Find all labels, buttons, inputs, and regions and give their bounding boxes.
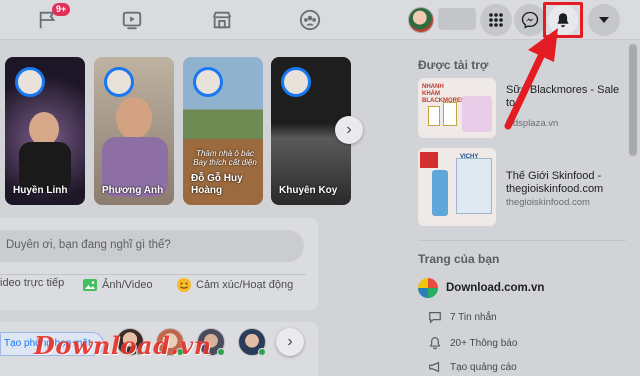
story-card[interactable]: Thâm nhà ô bác Bay thích cất diện Đỗ Gỗ … bbox=[183, 57, 263, 205]
feeling-activity-label: Cảm xúc/Hoạt động bbox=[196, 279, 294, 291]
photo-video-label: Ảnh/Video bbox=[102, 279, 153, 291]
product-box bbox=[462, 96, 492, 132]
story-person-image bbox=[116, 97, 152, 139]
right-column-divider bbox=[418, 240, 626, 241]
red-pointer-arrow bbox=[504, 28, 558, 130]
story-card[interactable]: Huyền Linh bbox=[5, 57, 85, 205]
page-notifications-label: 20+ Thông báo bbox=[450, 337, 518, 349]
create-ad-item[interactable]: Tạo quảng cáo bbox=[428, 360, 517, 374]
product-jar bbox=[443, 102, 457, 126]
live-video-action[interactable]: ideo trực tiếp bbox=[0, 277, 64, 289]
online-indicator bbox=[217, 348, 225, 356]
account-menu-button[interactable] bbox=[588, 4, 620, 36]
page-name-link[interactable]: Download.com.vn bbox=[446, 282, 544, 294]
ad-title[interactable]: Thế Giới Skinfood - thegioiskinfood.com bbox=[506, 170, 622, 196]
profile-avatar[interactable] bbox=[408, 7, 434, 33]
notification-count-badge: 9+ bbox=[52, 3, 71, 16]
stories-next-button[interactable]: › bbox=[335, 116, 363, 144]
ad-domain: thegioiskinfood.com bbox=[506, 197, 590, 208]
feeling-activity-action[interactable]: Cảm xúc/Hoạt động bbox=[176, 277, 293, 293]
bell-outline-icon bbox=[429, 337, 441, 350]
page-messages-item[interactable]: 7 Tin nhắn bbox=[428, 310, 497, 324]
caret-down-icon bbox=[599, 17, 609, 23]
rooms-next-button[interactable]: › bbox=[276, 328, 304, 356]
create-ad-label: Tạo quảng cáo bbox=[450, 361, 517, 373]
groups-icon[interactable] bbox=[296, 6, 324, 34]
chat-bubble-icon bbox=[429, 312, 441, 324]
download-page-logo[interactable] bbox=[418, 278, 438, 298]
story-name: Huyền Linh bbox=[13, 185, 68, 196]
photo-icon bbox=[83, 279, 97, 291]
page-scrollbar[interactable] bbox=[629, 44, 637, 156]
download-vn-watermark: Download.vn bbox=[34, 331, 212, 360]
watch-video-icon[interactable] bbox=[118, 6, 146, 34]
chevron-right-icon: › bbox=[287, 333, 293, 350]
sale-tag bbox=[420, 152, 438, 168]
photo-video-action[interactable]: Ảnh/Video bbox=[82, 277, 153, 293]
ad-image-blackmores[interactable]: NHANH KHÁM BLACKMORES bbox=[418, 78, 496, 138]
contact-avatar[interactable] bbox=[238, 328, 266, 356]
story-name: Đỗ Gỗ Huy Hoàng bbox=[191, 173, 243, 196]
story-avatar bbox=[193, 67, 223, 97]
story-avatar bbox=[15, 67, 45, 97]
online-indicator bbox=[258, 348, 266, 356]
marketplace-store-icon[interactable] bbox=[208, 6, 236, 34]
story-avatar bbox=[104, 67, 134, 97]
chevron-right-icon: › bbox=[346, 121, 352, 138]
serum-bottle bbox=[432, 170, 448, 216]
story-name: Phương Anh bbox=[102, 185, 164, 196]
page-messages-label: 7 Tin nhắn bbox=[450, 311, 497, 323]
ad-image-caption: VICHY bbox=[460, 154, 479, 160]
page-notifications-item[interactable]: 20+ Thông báo bbox=[428, 336, 517, 350]
story-person-image bbox=[29, 112, 59, 146]
whats-on-your-mind-input[interactable]: Duyên ơi, bạn đang nghĩ gì thế? bbox=[0, 230, 304, 262]
your-pages-heading: Trang của bạn bbox=[418, 252, 500, 266]
profile-name-blurred[interactable] bbox=[438, 8, 476, 30]
product-jar bbox=[428, 106, 440, 126]
story-avatar bbox=[281, 67, 311, 97]
post-composer: Duyên ơi, bạn đang nghĩ gì thế? bbox=[0, 218, 318, 310]
story-card[interactable]: Phương Anh bbox=[94, 57, 174, 205]
smiley-icon bbox=[177, 278, 191, 292]
ad-image-skinfood[interactable]: VICHY bbox=[418, 148, 496, 226]
story-overlay-text: Thâm nhà ô bác Bay thích cất diện bbox=[193, 149, 257, 167]
story-name: Khuyên Koy bbox=[279, 185, 338, 196]
product-box bbox=[456, 158, 492, 214]
live-video-label: ideo trực tiếp bbox=[0, 277, 65, 289]
sponsored-heading: Được tài trợ bbox=[418, 58, 489, 72]
megaphone-icon bbox=[429, 361, 440, 373]
composer-divider bbox=[0, 274, 306, 275]
